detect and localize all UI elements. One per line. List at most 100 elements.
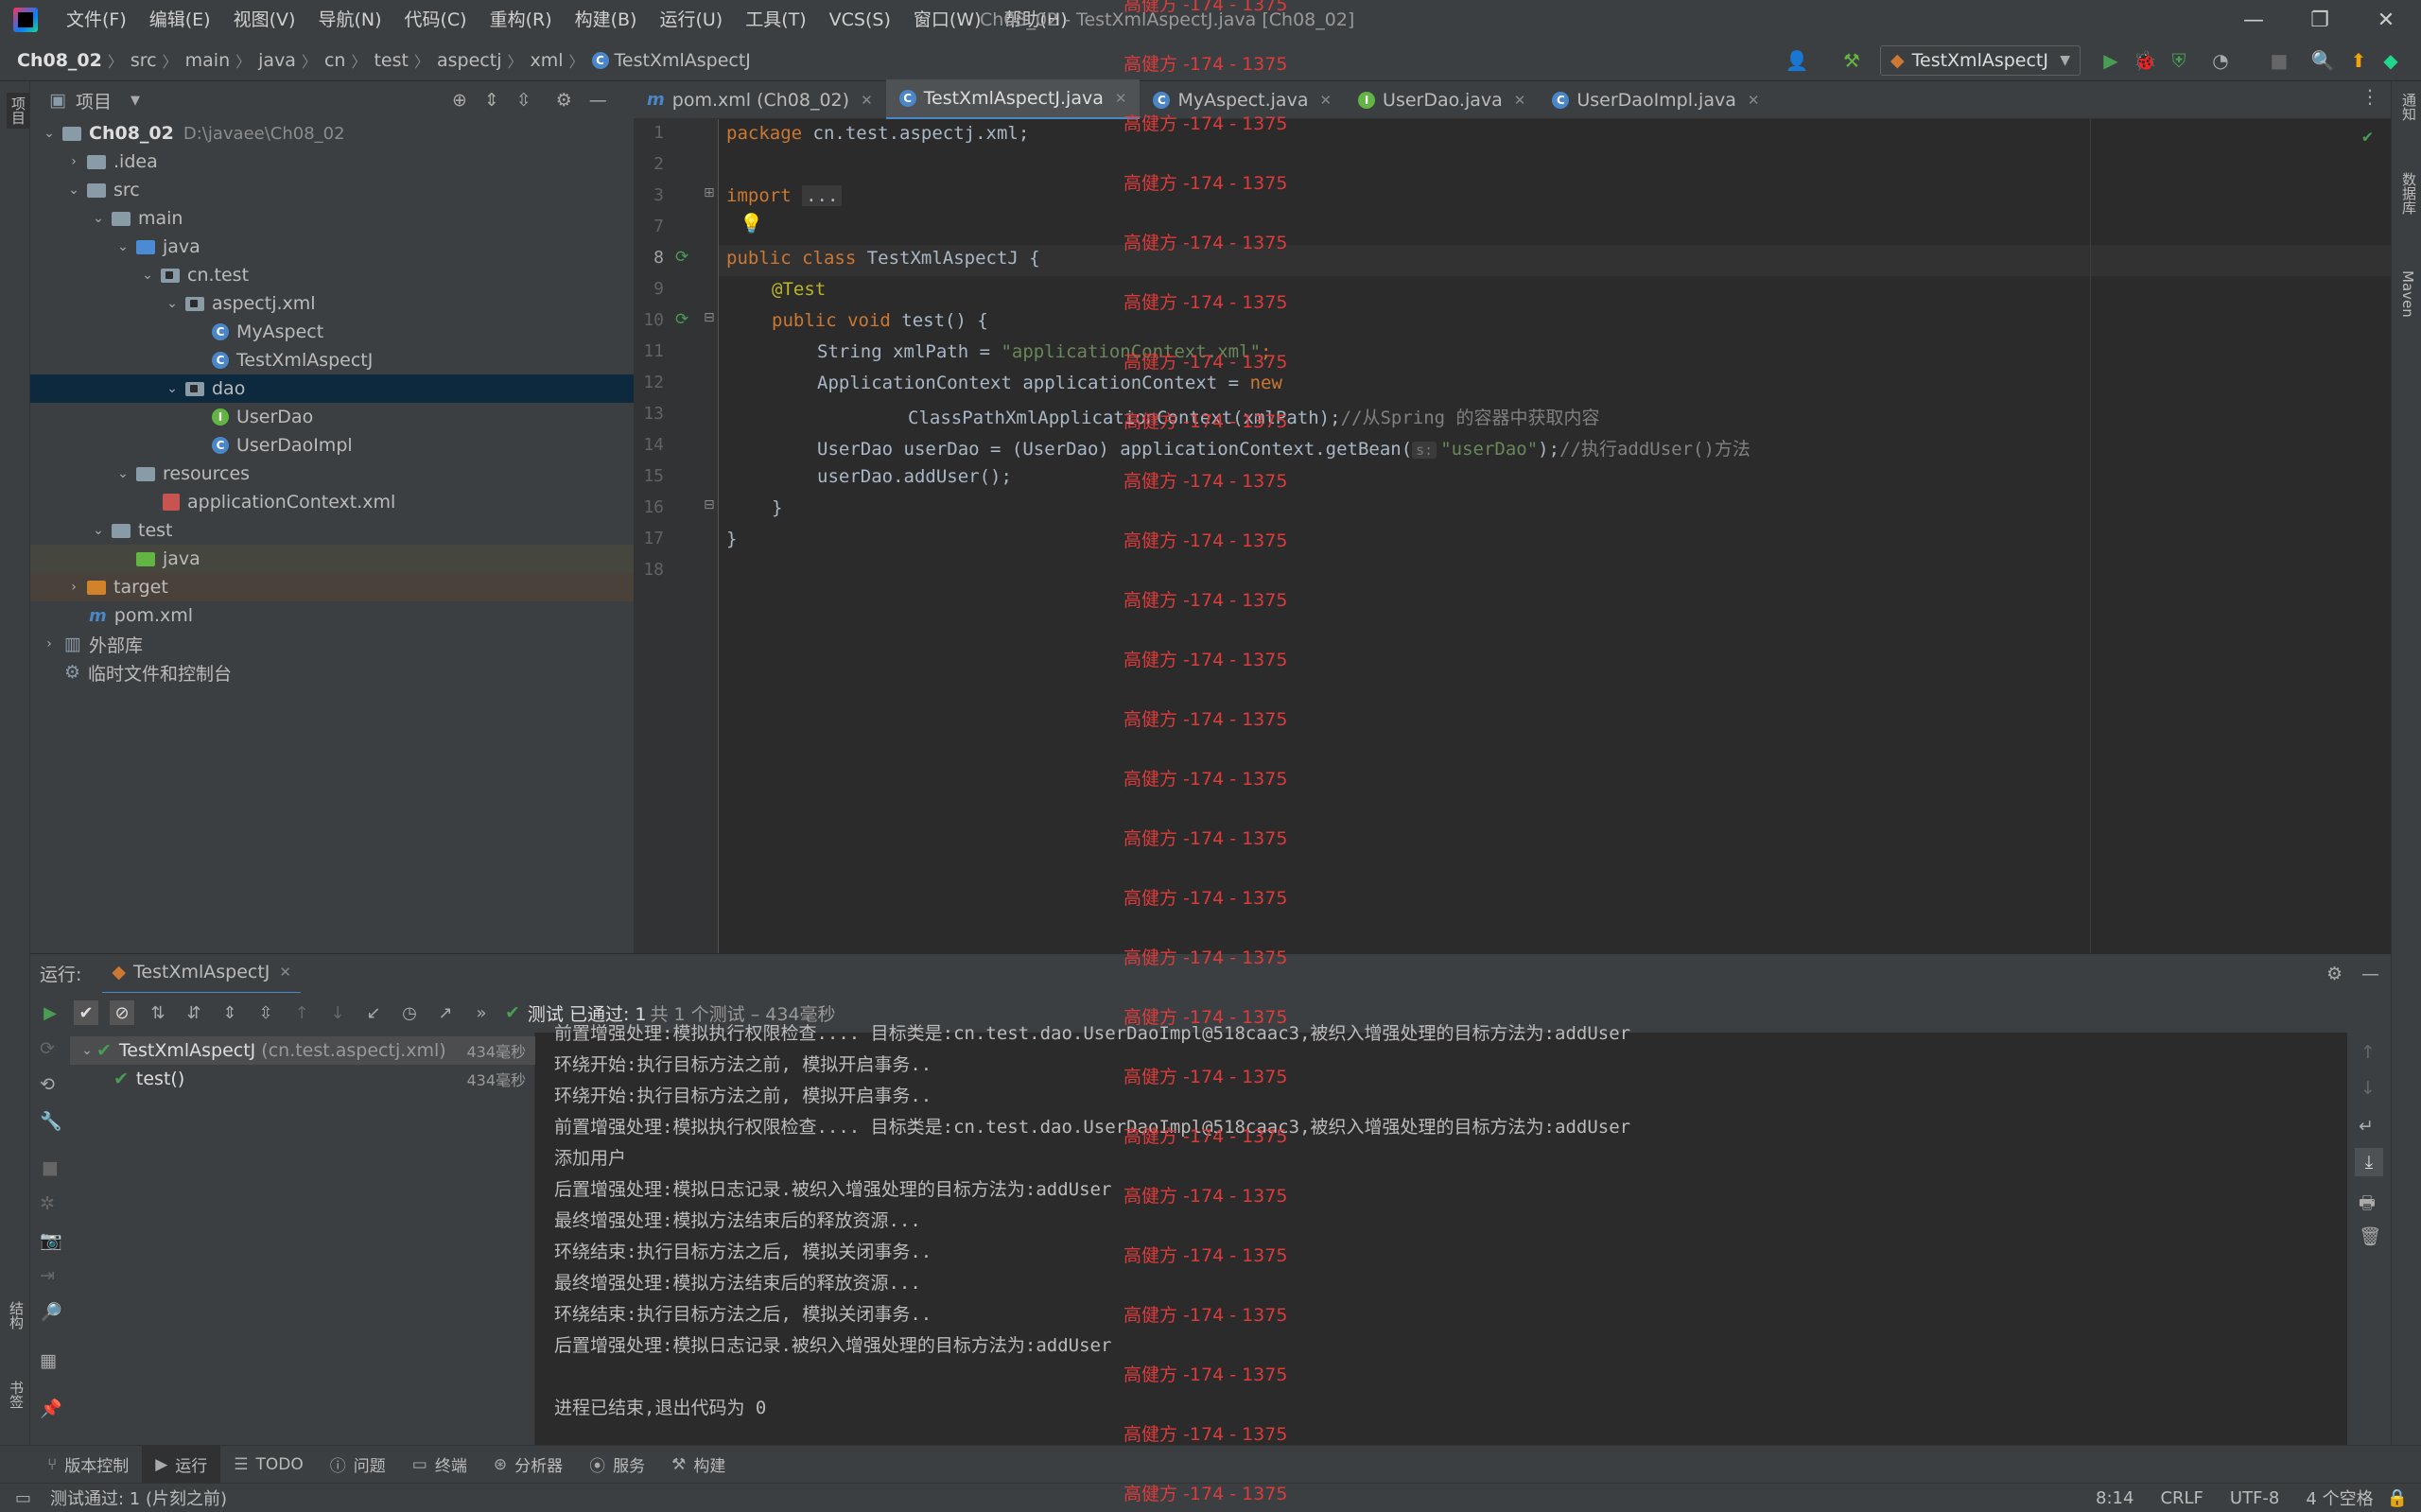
tree-item[interactable]: ⌄ cn.test bbox=[30, 261, 634, 289]
show-ignored-icon[interactable]: ⊘ bbox=[110, 1000, 134, 1025]
export-icon[interactable]: ↗ bbox=[433, 1000, 458, 1025]
tree-item[interactable]: ⌄ aspectj.xml bbox=[30, 289, 634, 318]
sort-duration-icon[interactable]: ⇵ bbox=[182, 1000, 206, 1025]
profile-icon[interactable]: ◔ bbox=[2207, 47, 2234, 74]
tree-item[interactable]: ⚙ 临时文件和控制台 bbox=[30, 658, 634, 686]
menu-item[interactable]: 构建(B) bbox=[564, 0, 649, 40]
breadcrumb-item[interactable]: cn bbox=[324, 50, 352, 71]
menu-item[interactable]: 导航(N) bbox=[306, 0, 392, 40]
test-tree-item[interactable]: ✔ test() 434毫秒 bbox=[70, 1065, 535, 1093]
close-tab-icon[interactable]: ✕ bbox=[1748, 92, 1760, 109]
tree-item[interactable]: C MyAspect bbox=[30, 318, 634, 346]
breadcrumb-item[interactable]: aspectj bbox=[437, 50, 507, 71]
menu-item[interactable]: 编辑(E) bbox=[138, 0, 222, 40]
more-tabs-icon[interactable]: ⋮ bbox=[2360, 85, 2379, 108]
layout-icon[interactable]: ▦ bbox=[40, 1350, 57, 1371]
chevron-down-icon[interactable]: ▼ bbox=[131, 94, 140, 108]
structure-tool-button[interactable]: 结构 bbox=[7, 1301, 26, 1330]
tree-item[interactable]: I UserDao bbox=[30, 403, 634, 431]
print-icon[interactable]: 🖶 bbox=[2359, 1190, 2376, 1220]
editor-tab[interactable]: I UserDao.java ✕ bbox=[1345, 81, 1539, 119]
layout-icon[interactable]: ▭ bbox=[15, 1488, 31, 1508]
run-config-select[interactable]: ◆ TestXmlAspectJ ▼ bbox=[1880, 45, 2081, 76]
stop-icon[interactable]: ■ bbox=[2266, 47, 2292, 74]
notifications-tool-button[interactable]: 通知 bbox=[2399, 93, 2419, 121]
menu-item[interactable]: 文件(F) bbox=[55, 0, 138, 40]
close-icon[interactable]: ✕ bbox=[2353, 0, 2419, 40]
breadcrumb-item[interactable]: TestXmlAspectJ bbox=[615, 50, 757, 71]
line-separator[interactable]: CRLF bbox=[2160, 1488, 2203, 1508]
wrench-icon[interactable]: 🔧 bbox=[40, 1110, 62, 1132]
user-icon[interactable]: 👤 bbox=[1784, 47, 1810, 74]
database-tool-button[interactable]: 数据库 bbox=[2399, 172, 2419, 215]
pin-icon[interactable]: 📌 bbox=[40, 1398, 62, 1419]
down-arrow-icon[interactable]: ↓ bbox=[2360, 1078, 2376, 1099]
stop-icon[interactable]: ■ bbox=[42, 1157, 59, 1178]
show-passed-icon[interactable]: ✔ bbox=[74, 1000, 98, 1025]
close-tab-icon[interactable]: ✕ bbox=[279, 964, 291, 981]
run-gutter-icon[interactable]: ⟳ bbox=[675, 248, 688, 267]
more-icon[interactable]: » bbox=[469, 1000, 494, 1025]
hide-panel-icon[interactable]: — bbox=[2361, 964, 2379, 984]
fold-icon[interactable]: ⊟ bbox=[704, 497, 715, 513]
file-encoding[interactable]: UTF-8 bbox=[2230, 1488, 2279, 1508]
restore-icon[interactable]: ❐ bbox=[2287, 0, 2353, 40]
run-tab[interactable]: ◆ TestXmlAspectJ ✕ bbox=[102, 952, 301, 995]
maven-tool-button[interactable]: Maven bbox=[2399, 270, 2416, 318]
tree-item[interactable]: java bbox=[30, 545, 634, 573]
sort-alpha-icon[interactable]: ⇅ bbox=[146, 1000, 170, 1025]
tool-window-button[interactable]: ⊛ 分析器 bbox=[480, 1446, 576, 1484]
close-tab-icon[interactable]: ✕ bbox=[1115, 90, 1127, 107]
chevron-right-icon[interactable]: › bbox=[40, 636, 59, 652]
chevron-right-icon[interactable]: › bbox=[64, 154, 83, 169]
lock-icon[interactable]: 🔒 bbox=[2387, 1488, 2408, 1508]
build-hammer-icon[interactable]: ⚒ bbox=[1838, 47, 1865, 74]
run-gutter-icon[interactable]: ⟳ bbox=[675, 310, 688, 329]
import-tests-icon[interactable]: ↙ bbox=[361, 1000, 386, 1025]
tree-item[interactable]: ⌄ src bbox=[30, 176, 634, 204]
tree-item[interactable]: › ▥ 外部库 bbox=[30, 630, 634, 658]
collapse-all-icon[interactable]: ⇳ bbox=[253, 1000, 278, 1025]
editor-tab[interactable]: C TestXmlAspectJ.java ✕ bbox=[885, 79, 1141, 120]
breadcrumb-item[interactable]: main bbox=[185, 50, 235, 71]
update-icon[interactable]: ⬆ bbox=[2345, 47, 2372, 74]
tree-item[interactable]: ⌄ java bbox=[30, 233, 634, 261]
collapse-all-icon[interactable]: ⇳ bbox=[516, 90, 531, 111]
scroll-to-end-icon[interactable]: ⤓ bbox=[2355, 1148, 2383, 1176]
caret-position[interactable]: 8:14 bbox=[2096, 1488, 2134, 1508]
tree-item[interactable]: C UserDaoImpl bbox=[30, 431, 634, 460]
find-icon[interactable]: 🔎 bbox=[40, 1301, 62, 1323]
tool-window-button[interactable]: ⑂ 版本控制 bbox=[34, 1446, 142, 1484]
menu-item[interactable]: VCS(S) bbox=[818, 0, 902, 40]
chevron-down-icon[interactable]: ⌄ bbox=[40, 126, 59, 141]
chevron-down-icon[interactable]: ⌄ bbox=[163, 296, 182, 311]
breadcrumb-item[interactable]: xml bbox=[530, 50, 568, 71]
rerun-icon[interactable]: ▶ bbox=[38, 1000, 62, 1025]
up-arrow-icon[interactable]: ↑ bbox=[2360, 1042, 2376, 1063]
editor-tab[interactable]: C UserDaoImpl.java ✕ bbox=[1539, 81, 1772, 119]
next-failed-icon[interactable]: ↓ bbox=[325, 1000, 350, 1025]
fold-icon[interactable]: ⊟ bbox=[704, 310, 715, 325]
rerun-failed-icon[interactable]: ⟳ bbox=[40, 1038, 55, 1059]
coverage-icon[interactable]: ⛨ bbox=[2166, 47, 2192, 74]
lightbulb-icon[interactable]: 💡 bbox=[740, 212, 763, 235]
close-tab-icon[interactable]: ✕ bbox=[1319, 92, 1332, 109]
chevron-down-icon[interactable]: ⌄ bbox=[64, 182, 83, 198]
tree-item[interactable]: ⌄ test bbox=[30, 516, 634, 545]
debug-icon[interactable]: 🐞 bbox=[2132, 47, 2158, 74]
menu-item[interactable]: 代码(C) bbox=[392, 0, 478, 40]
breadcrumb-item[interactable]: src bbox=[131, 50, 163, 71]
tool-window-button[interactable]: ⦿ 服务 bbox=[576, 1446, 658, 1484]
tree-item[interactable]: › .idea bbox=[30, 148, 634, 176]
close-tab-icon[interactable]: ✕ bbox=[1514, 92, 1526, 109]
chevron-down-icon[interactable]: ⌄ bbox=[113, 466, 132, 481]
tree-item[interactable]: ⌄ main bbox=[30, 204, 634, 233]
tree-item[interactable]: ⌄ resources bbox=[30, 460, 634, 488]
chevron-down-icon[interactable]: ⌄ bbox=[89, 211, 108, 226]
menu-item[interactable]: 视图(V) bbox=[222, 0, 307, 40]
trash-icon[interactable]: 🗑 bbox=[2359, 1225, 2381, 1247]
login-icon[interactable]: ⇥ bbox=[40, 1265, 55, 1286]
close-tab-icon[interactable]: ✕ bbox=[861, 92, 873, 109]
chevron-right-icon[interactable]: › bbox=[64, 580, 83, 595]
menu-item[interactable]: 工具(T) bbox=[734, 0, 817, 40]
